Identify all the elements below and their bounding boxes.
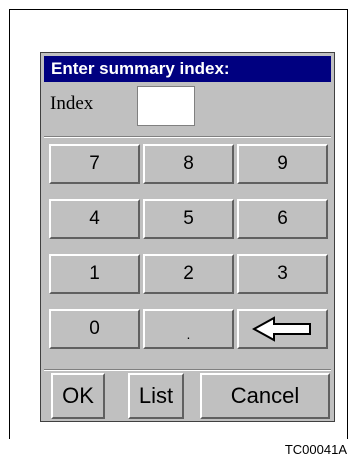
key-4-button[interactable]: 4 xyxy=(49,199,140,239)
key-9-button[interactable]: 9 xyxy=(237,144,328,184)
figure-id: TC00041A xyxy=(284,442,347,457)
key-6-button[interactable]: 6 xyxy=(237,199,328,239)
key-0-button[interactable]: 0 xyxy=(49,309,140,349)
key-decimal-button[interactable]: . xyxy=(143,309,234,349)
cancel-button[interactable]: Cancel xyxy=(200,373,330,419)
summary-index-dialog: Enter summary index: Index 7 8 9 4 5 6 1… xyxy=(40,52,335,422)
key-5-button[interactable]: 5 xyxy=(143,199,234,239)
backspace-button[interactable] xyxy=(237,309,328,349)
key-7-button[interactable]: 7 xyxy=(49,144,140,184)
dialog-title: Enter summary index: xyxy=(44,56,331,82)
ok-button[interactable]: OK xyxy=(51,373,105,419)
key-3-button[interactable]: 3 xyxy=(237,254,328,294)
key-8-button[interactable]: 8 xyxy=(143,144,234,184)
list-button[interactable]: List xyxy=(128,373,184,419)
separator xyxy=(44,136,331,138)
index-label: Index xyxy=(50,93,94,114)
key-1-button[interactable]: 1 xyxy=(49,254,140,294)
index-input[interactable] xyxy=(137,86,195,126)
separator xyxy=(44,369,331,371)
key-2-button[interactable]: 2 xyxy=(143,254,234,294)
left-arrow-icon xyxy=(251,316,314,342)
